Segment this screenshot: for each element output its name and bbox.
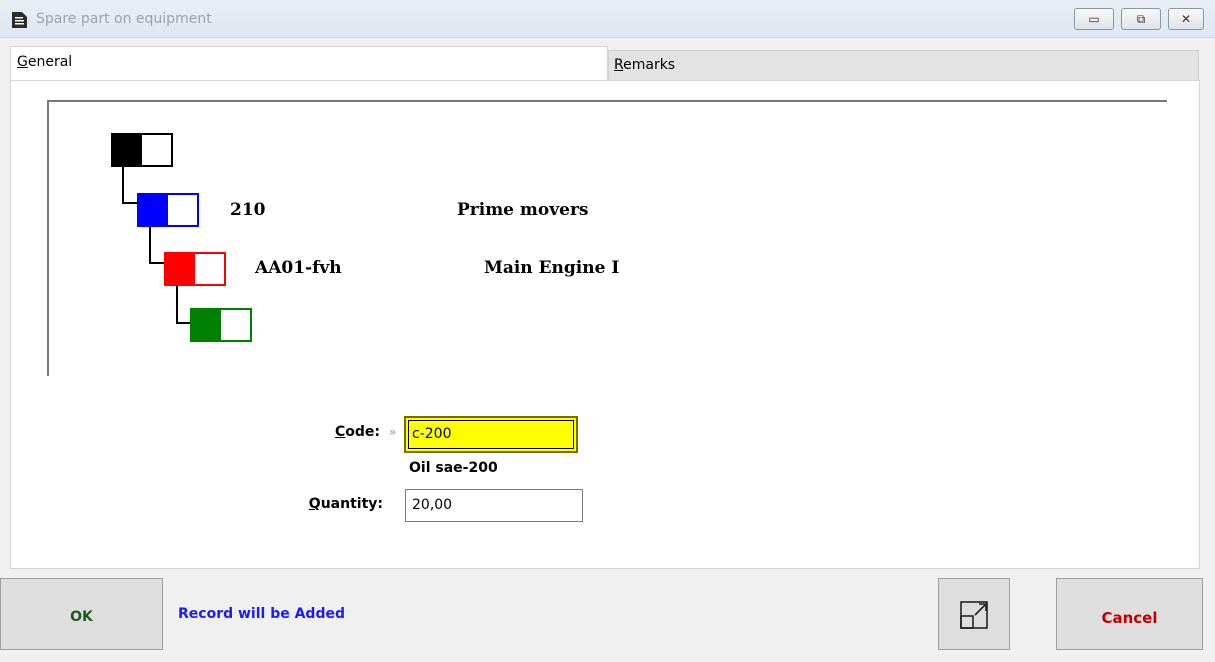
tree-level1-name: Prime movers <box>457 200 589 220</box>
tree-node-level3[interactable] <box>190 308 252 342</box>
tab-general[interactable]: General <box>10 46 608 80</box>
tree-node-level1[interactable] <box>137 193 199 227</box>
expand-icon <box>960 601 988 629</box>
tree-connector <box>149 226 151 264</box>
tree-level2-code: AA01-fvh <box>255 258 342 278</box>
cancel-button-label: Cancel <box>1101 609 1158 627</box>
tab-remarks[interactable]: Remarks <box>608 50 1199 80</box>
tree-connector <box>149 262 165 264</box>
tree-node-root[interactable] <box>111 133 173 167</box>
code-description: Oil sae-200 <box>409 460 498 476</box>
maximize-button[interactable]: ⧉ <box>1121 8 1161 30</box>
lookup-marker-icon: » <box>389 425 397 439</box>
cancel-button[interactable]: Cancel <box>1056 578 1203 650</box>
code-input-value: c-200 <box>412 426 452 442</box>
tree-connector <box>122 166 124 204</box>
quantity-input-value: 20,00 <box>412 497 453 513</box>
document-icon <box>12 12 27 28</box>
close-button[interactable]: ✕ <box>1168 8 1204 30</box>
tab-remarks-label: Remarks <box>614 57 676 73</box>
code-input[interactable]: c-200 <box>404 416 578 453</box>
tree-level1-code: 210 <box>230 200 266 220</box>
record-status-text: Record will be Added <box>178 606 345 622</box>
tree-connector <box>176 286 178 324</box>
tree-connector <box>122 202 138 204</box>
tab-general-label: General <box>17 54 73 70</box>
minimize-button[interactable]: ▭ <box>1074 8 1114 30</box>
close-icon: ✕ <box>1180 12 1192 26</box>
quantity-label: Quantity: <box>308 496 383 512</box>
tree-node-level2[interactable] <box>164 252 226 286</box>
ok-button-label: OK <box>70 609 93 625</box>
tree-level2-name: Main Engine I <box>484 258 620 278</box>
window-title: Spare part on equipment <box>36 11 212 27</box>
minimize-icon: ▭ <box>1088 12 1100 26</box>
title-bar: Spare part on equipment ▭ ⧉ ✕ <box>0 0 1215 38</box>
maximize-icon: ⧉ <box>1136 12 1146 26</box>
ok-button[interactable]: OK <box>0 578 163 650</box>
quantity-input[interactable]: 20,00 <box>405 489 583 522</box>
code-label: Code: <box>334 424 380 440</box>
expand-window-button[interactable] <box>938 578 1010 650</box>
